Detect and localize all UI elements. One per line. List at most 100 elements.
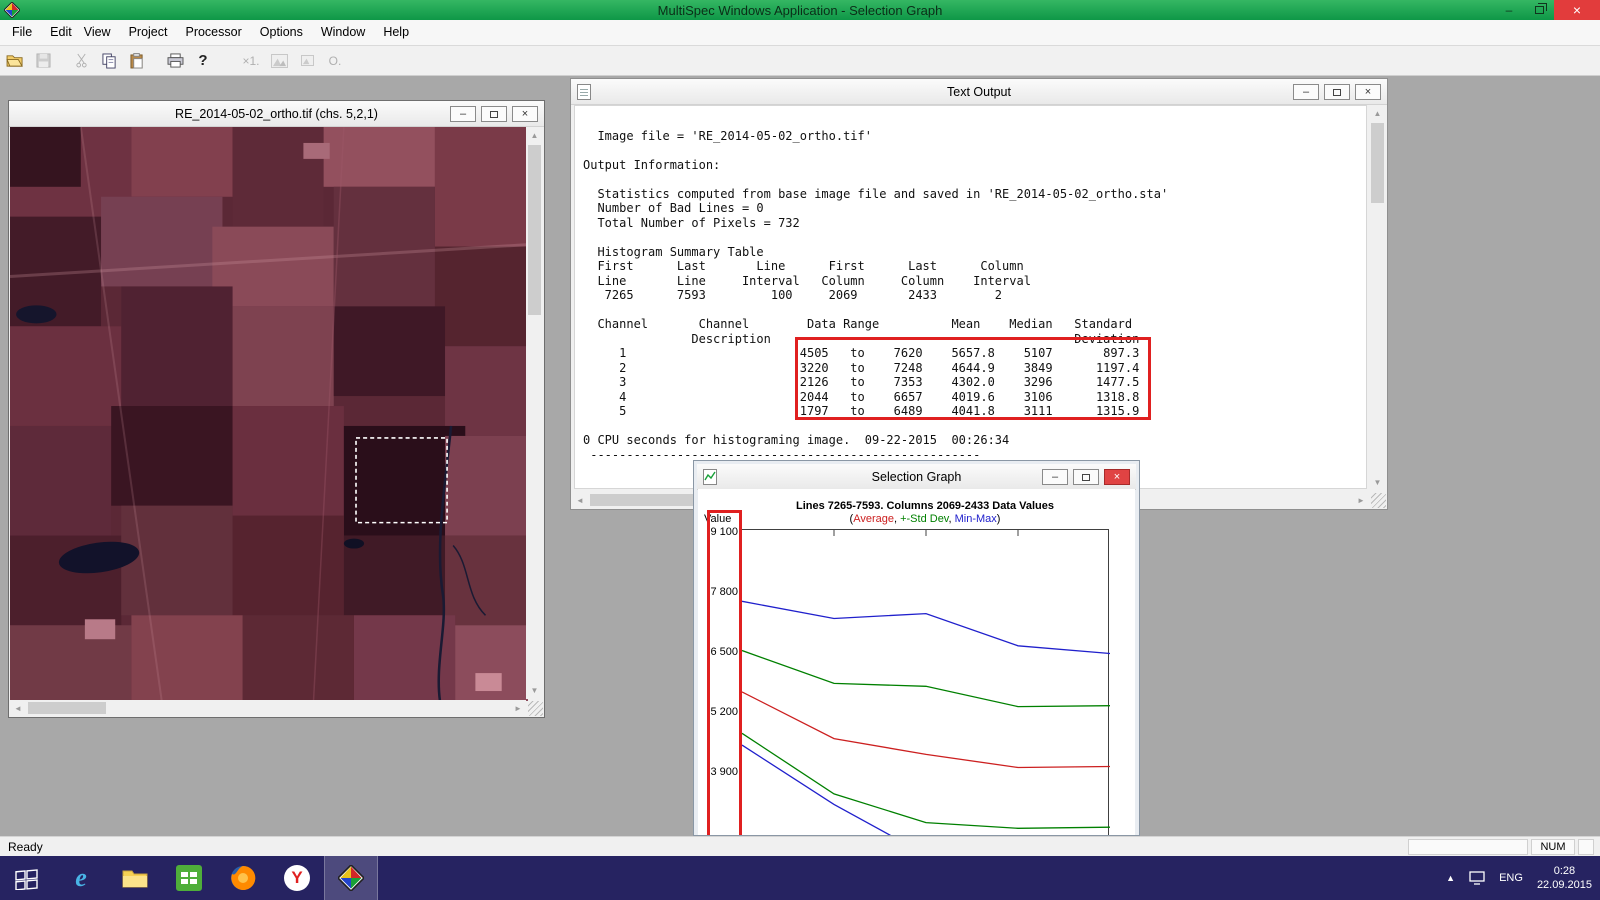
taskbar-ie-button[interactable]: e xyxy=(54,856,108,900)
menu-options[interactable]: Options xyxy=(251,20,312,45)
text-output-content: Image file = 'RE_2014-05-02_ortho.tif' O… xyxy=(575,106,1366,470)
y-axis-title: Value xyxy=(704,513,731,525)
legend-stddev: +-Std Dev xyxy=(900,513,948,525)
image-hscrollbar[interactable]: ◄ ► xyxy=(10,700,526,716)
menu-edit[interactable]: Edit xyxy=(41,20,81,45)
print-button[interactable] xyxy=(162,49,188,73)
tray-clock[interactable]: 0:28 22.09.2015 xyxy=(1537,864,1592,892)
menu-window[interactable]: Window xyxy=(312,20,374,45)
graph-close-button[interactable]: × xyxy=(1104,469,1130,485)
main-titlebar: MultiSpec Windows Application - Selectio… xyxy=(0,0,1600,20)
status-pane-num: NUM xyxy=(1531,839,1575,855)
resize-grip[interactable] xyxy=(1371,493,1386,508)
yandex-icon: Y xyxy=(284,865,310,891)
series-average xyxy=(742,692,1110,768)
vscroll-thumb[interactable] xyxy=(528,145,541,315)
tray-show-hidden-icon[interactable]: ▲ xyxy=(1446,873,1455,883)
scroll-up-icon[interactable]: ▲ xyxy=(526,127,543,144)
taskbar-store-button[interactable] xyxy=(162,856,216,900)
minimize-button[interactable]: – xyxy=(1494,0,1524,20)
status-pane-blank xyxy=(1408,839,1528,855)
start-button[interactable] xyxy=(0,856,54,900)
text-document-icon xyxy=(577,84,591,100)
restore-icon xyxy=(1535,6,1544,14)
image-window: RE_2014-05-02_ortho.tif (chs. 5,2,1) – × xyxy=(8,100,545,718)
vscroll-thumb[interactable] xyxy=(1371,123,1384,203)
scroll-right-icon[interactable]: ► xyxy=(510,700,526,716)
menu-help[interactable]: Help xyxy=(374,20,418,45)
image-vscrollbar[interactable]: ▲ ▼ xyxy=(526,127,543,699)
hscroll-thumb[interactable] xyxy=(28,702,106,714)
clock-date: 22.09.2015 xyxy=(1537,878,1592,892)
satellite-image-canvas[interactable] xyxy=(10,127,528,701)
y-tick-label: 6 500 xyxy=(702,646,738,658)
scroll-left-icon[interactable]: ◄ xyxy=(572,492,588,508)
taskbar-multispec-button[interactable] xyxy=(324,856,378,900)
text-output-titlebar[interactable]: Text Output xyxy=(571,79,1387,105)
graph-document-icon xyxy=(703,469,717,485)
satellite-image xyxy=(10,127,528,701)
overlay-icon: O. xyxy=(329,54,342,68)
menu-project[interactable]: Project xyxy=(120,20,177,45)
windows-start-icon xyxy=(14,866,40,890)
overlay-button[interactable]: O. xyxy=(322,49,348,73)
printer-icon xyxy=(167,53,184,68)
restore-button[interactable] xyxy=(1524,0,1554,20)
paste-button[interactable] xyxy=(124,49,150,73)
clock-time: 0:28 xyxy=(1537,864,1592,878)
scroll-left-icon[interactable]: ◄ xyxy=(10,700,26,716)
graph-restore-button[interactable] xyxy=(1073,469,1099,485)
multispec-icon xyxy=(338,865,364,891)
scroll-down-icon[interactable]: ▼ xyxy=(526,682,543,699)
scroll-up-icon[interactable]: ▲ xyxy=(1369,105,1386,122)
image-minimize-button[interactable]: – xyxy=(450,106,476,122)
graph-minimize-button[interactable]: – xyxy=(1042,469,1068,485)
scissors-icon xyxy=(75,53,88,68)
text-restore-button[interactable] xyxy=(1324,84,1350,100)
image-restore-button[interactable] xyxy=(481,106,507,122)
tray-display-icon[interactable] xyxy=(1469,871,1485,885)
open-file-button[interactable] xyxy=(2,49,28,73)
selection-graph-window: Selection Graph – × Lines 7265-7593. Col… xyxy=(693,460,1140,836)
tray-language[interactable]: ENG xyxy=(1499,872,1523,884)
series-max xyxy=(742,601,1110,653)
firefox-icon xyxy=(230,865,256,891)
zoom-out-button[interactable] xyxy=(294,49,320,73)
image-close-button[interactable]: × xyxy=(512,106,538,122)
menu-processor[interactable]: Processor xyxy=(176,20,250,45)
series-mean-plus-std xyxy=(742,651,1110,707)
text-minimize-button[interactable]: – xyxy=(1293,84,1319,100)
close-button[interactable]: × xyxy=(1554,0,1600,20)
graph-content: Lines 7265-7593. Columns 2069-2433 Data … xyxy=(698,489,1135,835)
text-close-button[interactable]: × xyxy=(1355,84,1381,100)
taskbar-firefox-button[interactable] xyxy=(216,856,270,900)
status-message: Ready xyxy=(0,840,43,854)
save-icon xyxy=(36,53,51,68)
taskbar-explorer-button[interactable] xyxy=(108,856,162,900)
save-button[interactable] xyxy=(30,49,56,73)
help-button[interactable]: ? xyxy=(190,49,216,73)
y-tick-label: 9 100 xyxy=(702,526,738,538)
y-tick-label: 3 900 xyxy=(702,766,738,778)
copy-button[interactable] xyxy=(96,49,122,73)
graph-legend: (Average, +-Std Dev, Min-Max) xyxy=(741,513,1109,525)
resize-grip[interactable] xyxy=(528,701,543,716)
restore-icon xyxy=(1333,89,1341,96)
cut-button[interactable] xyxy=(68,49,94,73)
menu-view[interactable]: View xyxy=(81,20,120,45)
scroll-right-icon[interactable]: ► xyxy=(1353,492,1369,508)
status-bar: Ready NUM xyxy=(0,836,1600,856)
text-vscrollbar[interactable]: ▲ ▼ xyxy=(1369,105,1386,491)
series-min xyxy=(742,745,1110,835)
help-icon: ? xyxy=(198,52,207,69)
paste-icon xyxy=(130,53,144,69)
text-output-title: Text Output xyxy=(571,85,1387,99)
taskbar-yandex-button[interactable]: Y xyxy=(270,856,324,900)
zoom-x1-button[interactable]: ×1. xyxy=(238,49,264,73)
restore-icon xyxy=(490,111,498,118)
menu-file[interactable]: File xyxy=(0,20,41,45)
scroll-down-icon[interactable]: ▼ xyxy=(1369,474,1386,491)
status-pane-small xyxy=(1578,839,1594,855)
legend-minmax: Min-Max xyxy=(955,513,997,525)
zoom-in-button[interactable] xyxy=(266,49,292,73)
